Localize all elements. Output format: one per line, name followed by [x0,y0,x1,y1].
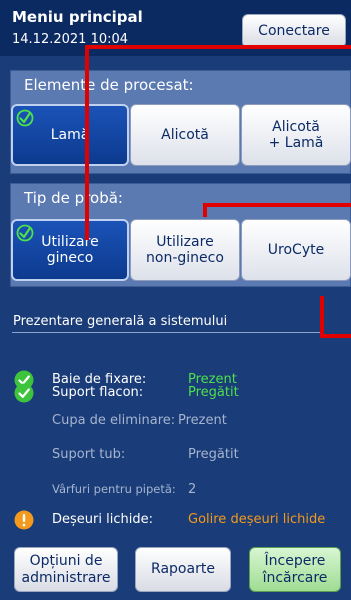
option-gyneco[interactable]: Utilizare gineco [11,219,129,281]
option-non-gyneco-label: Utilizare non-gineco [146,233,224,266]
overview-title: Prezentare generală a sistemului [13,314,228,329]
status-label: Vârfuri pentru pipetă: [52,482,176,496]
option-urocyte-label: UroCyte [267,241,325,258]
status-value: 2 [188,482,197,497]
status-label: Cupa de eliminare: [52,413,176,428]
reports-button[interactable]: Rapoarte [135,547,231,592]
admin-options-button[interactable]: Opțiuni de administrare [14,547,118,592]
sample-type-panel: Tip de probă: Utilizare gineco Utilizare… [10,183,351,287]
option-urocyte[interactable]: UroCyte [241,219,351,281]
option-slide[interactable]: Lamă [11,104,129,166]
check-circle-icon [14,383,34,403]
exclamation-circle-icon [14,510,34,530]
option-gyneco-label: Utilizare gineco [41,233,99,266]
status-value: Golire deșeuri lichide [188,512,326,527]
pointer-line-1-horizontal [85,45,351,49]
status-value: Prezent [178,413,227,428]
overview-divider [12,332,324,333]
option-aliquot[interactable]: Alicotă [130,104,240,166]
pointer-line-3-vertical [320,296,324,338]
option-non-gyneco[interactable]: Utilizare non-gineco [130,219,240,281]
status-value: Pregătit [188,447,239,462]
pointer-line-2-horizontal [203,203,351,207]
option-slide-label: Lamă [50,126,90,143]
connect-button[interactable]: Conectare [242,14,346,48]
status-row-waste-cup: Cupa de eliminare: Prezent [0,411,351,431]
pointer-line-1-vertical [85,45,89,240]
status-row-liquid-waste: Deșeuri lichide: Golire deșeuri lichide [0,510,351,530]
status-value: Pregătit [188,385,239,400]
option-aliquot-label: Alicotă [161,126,209,143]
pointer-line-2-vertical [203,203,207,217]
pointer-line-3-horizontal [320,334,351,338]
status-row-vial: Suport flacon: Pregătit [0,383,351,403]
start-loading-button[interactable]: Începere încărcare [249,547,341,592]
status-row-tube-holder: Suport tub: Pregătit [0,445,351,465]
check-icon [16,224,34,242]
process-panel: Elemente de procesat: Lamă Alicotă Alico… [10,70,351,174]
option-aliquot-slide-label: Alicotă + Lamă [268,118,324,151]
page-title: Meniu principal [12,8,143,26]
option-aliquot-slide[interactable]: Alicotă + Lamă [241,104,351,166]
check-icon [16,109,34,127]
status-label: Suport tub: [52,447,126,462]
process-label: Elemente de procesat: [24,76,194,94]
status-label: Deșeuri lichide: [52,512,153,527]
status-row-pipette-tips: Vârfuri pentru pipetă: 2 [0,480,351,500]
status-label: Suport flacon: [52,385,144,400]
sample-type-label: Tip de probă: [24,189,123,207]
